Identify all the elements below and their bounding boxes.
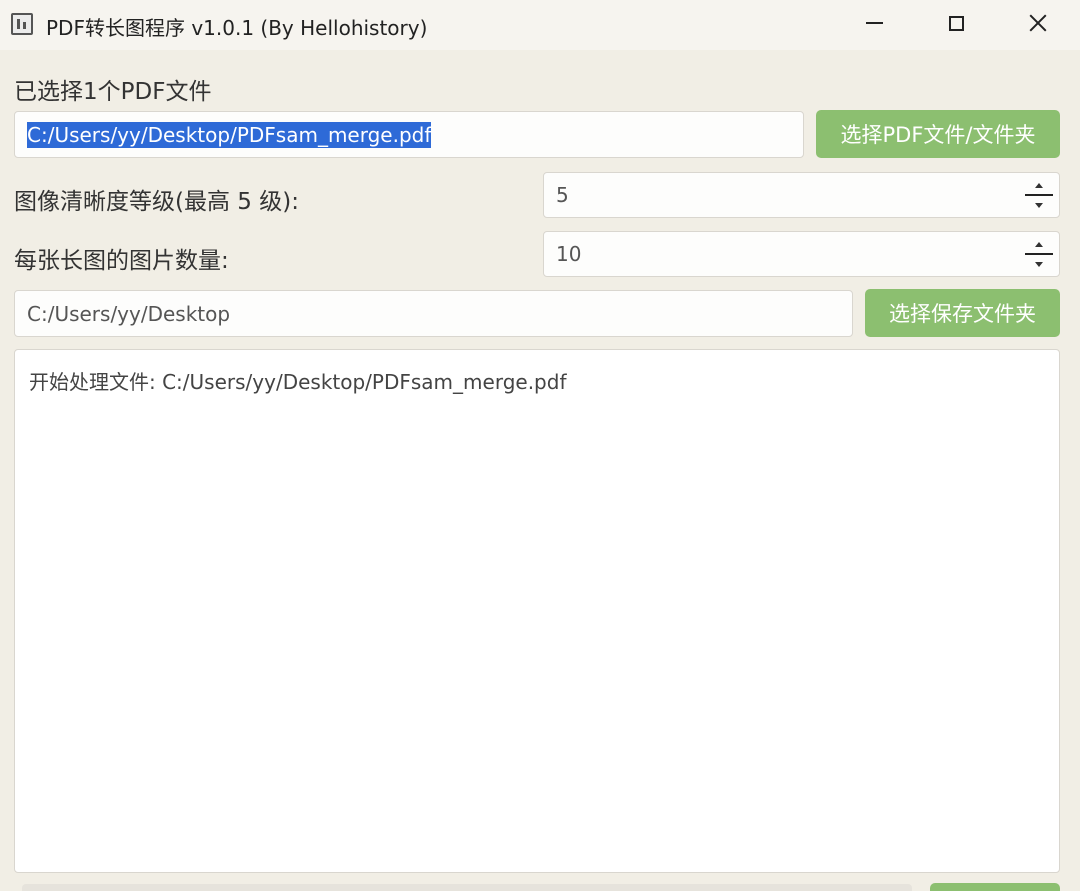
- chevron-up-icon: [1035, 182, 1043, 188]
- images-per-long-decrement-button[interactable]: [1025, 255, 1053, 273]
- close-button[interactable]: [997, 0, 1079, 46]
- images-per-long-label: 每张长图的图片数量:: [14, 248, 229, 274]
- images-per-long-spinbox[interactable]: 10: [543, 231, 1060, 277]
- chevron-up-icon: [1035, 241, 1043, 247]
- maximize-icon: [948, 15, 964, 31]
- minimize-icon: [865, 22, 883, 24]
- images-per-long-increment-button[interactable]: [1025, 235, 1053, 255]
- minimize-button[interactable]: [833, 0, 915, 46]
- chevron-down-icon: [1035, 261, 1043, 267]
- app-window: PDF转长图程序 v1.0.1 (By Hellohistory) 已选择1个P…: [0, 0, 1080, 891]
- bottom-action-button[interactable]: [930, 883, 1060, 891]
- chevron-down-icon: [1035, 202, 1043, 208]
- pdf-status-label: 已选择1个PDF文件: [14, 79, 212, 105]
- save-folder-text: C:/Users/yy/Desktop: [27, 301, 231, 326]
- close-icon: [1028, 13, 1048, 33]
- log-line: 开始处理文件: C:/Users/yy/Desktop/PDFsam_merge…: [29, 370, 567, 394]
- clarity-decrement-button[interactable]: [1025, 196, 1053, 214]
- images-per-long-value: 10: [556, 242, 582, 266]
- clarity-label: 图像清晰度等级(最高 5 级):: [14, 189, 299, 215]
- window-title: PDF转长图程序 v1.0.1 (By Hellohistory): [46, 16, 428, 40]
- title-bar[interactable]: PDF转长图程序 v1.0.1 (By Hellohistory): [0, 0, 1080, 50]
- log-output[interactable]: 开始处理文件: C:/Users/yy/Desktop/PDFsam_merge…: [14, 349, 1060, 873]
- pdf-path-input[interactable]: C:/Users/yy/Desktop/PDFsam_merge.pdf: [14, 111, 804, 158]
- select-save-folder-button[interactable]: 选择保存文件夹: [865, 289, 1060, 337]
- clarity-increment-button[interactable]: [1025, 176, 1053, 196]
- bottom-progress-area: [22, 884, 912, 891]
- clarity-value: 5: [556, 183, 569, 207]
- maximize-button[interactable]: [915, 0, 997, 46]
- select-pdf-button[interactable]: 选择PDF文件/文件夹: [816, 110, 1060, 158]
- pdf-path-text: C:/Users/yy/Desktop/PDFsam_merge.pdf: [27, 121, 432, 148]
- clarity-spinbox[interactable]: 5: [543, 172, 1060, 218]
- save-folder-input[interactable]: C:/Users/yy/Desktop: [14, 290, 853, 337]
- app-icon: [11, 13, 33, 35]
